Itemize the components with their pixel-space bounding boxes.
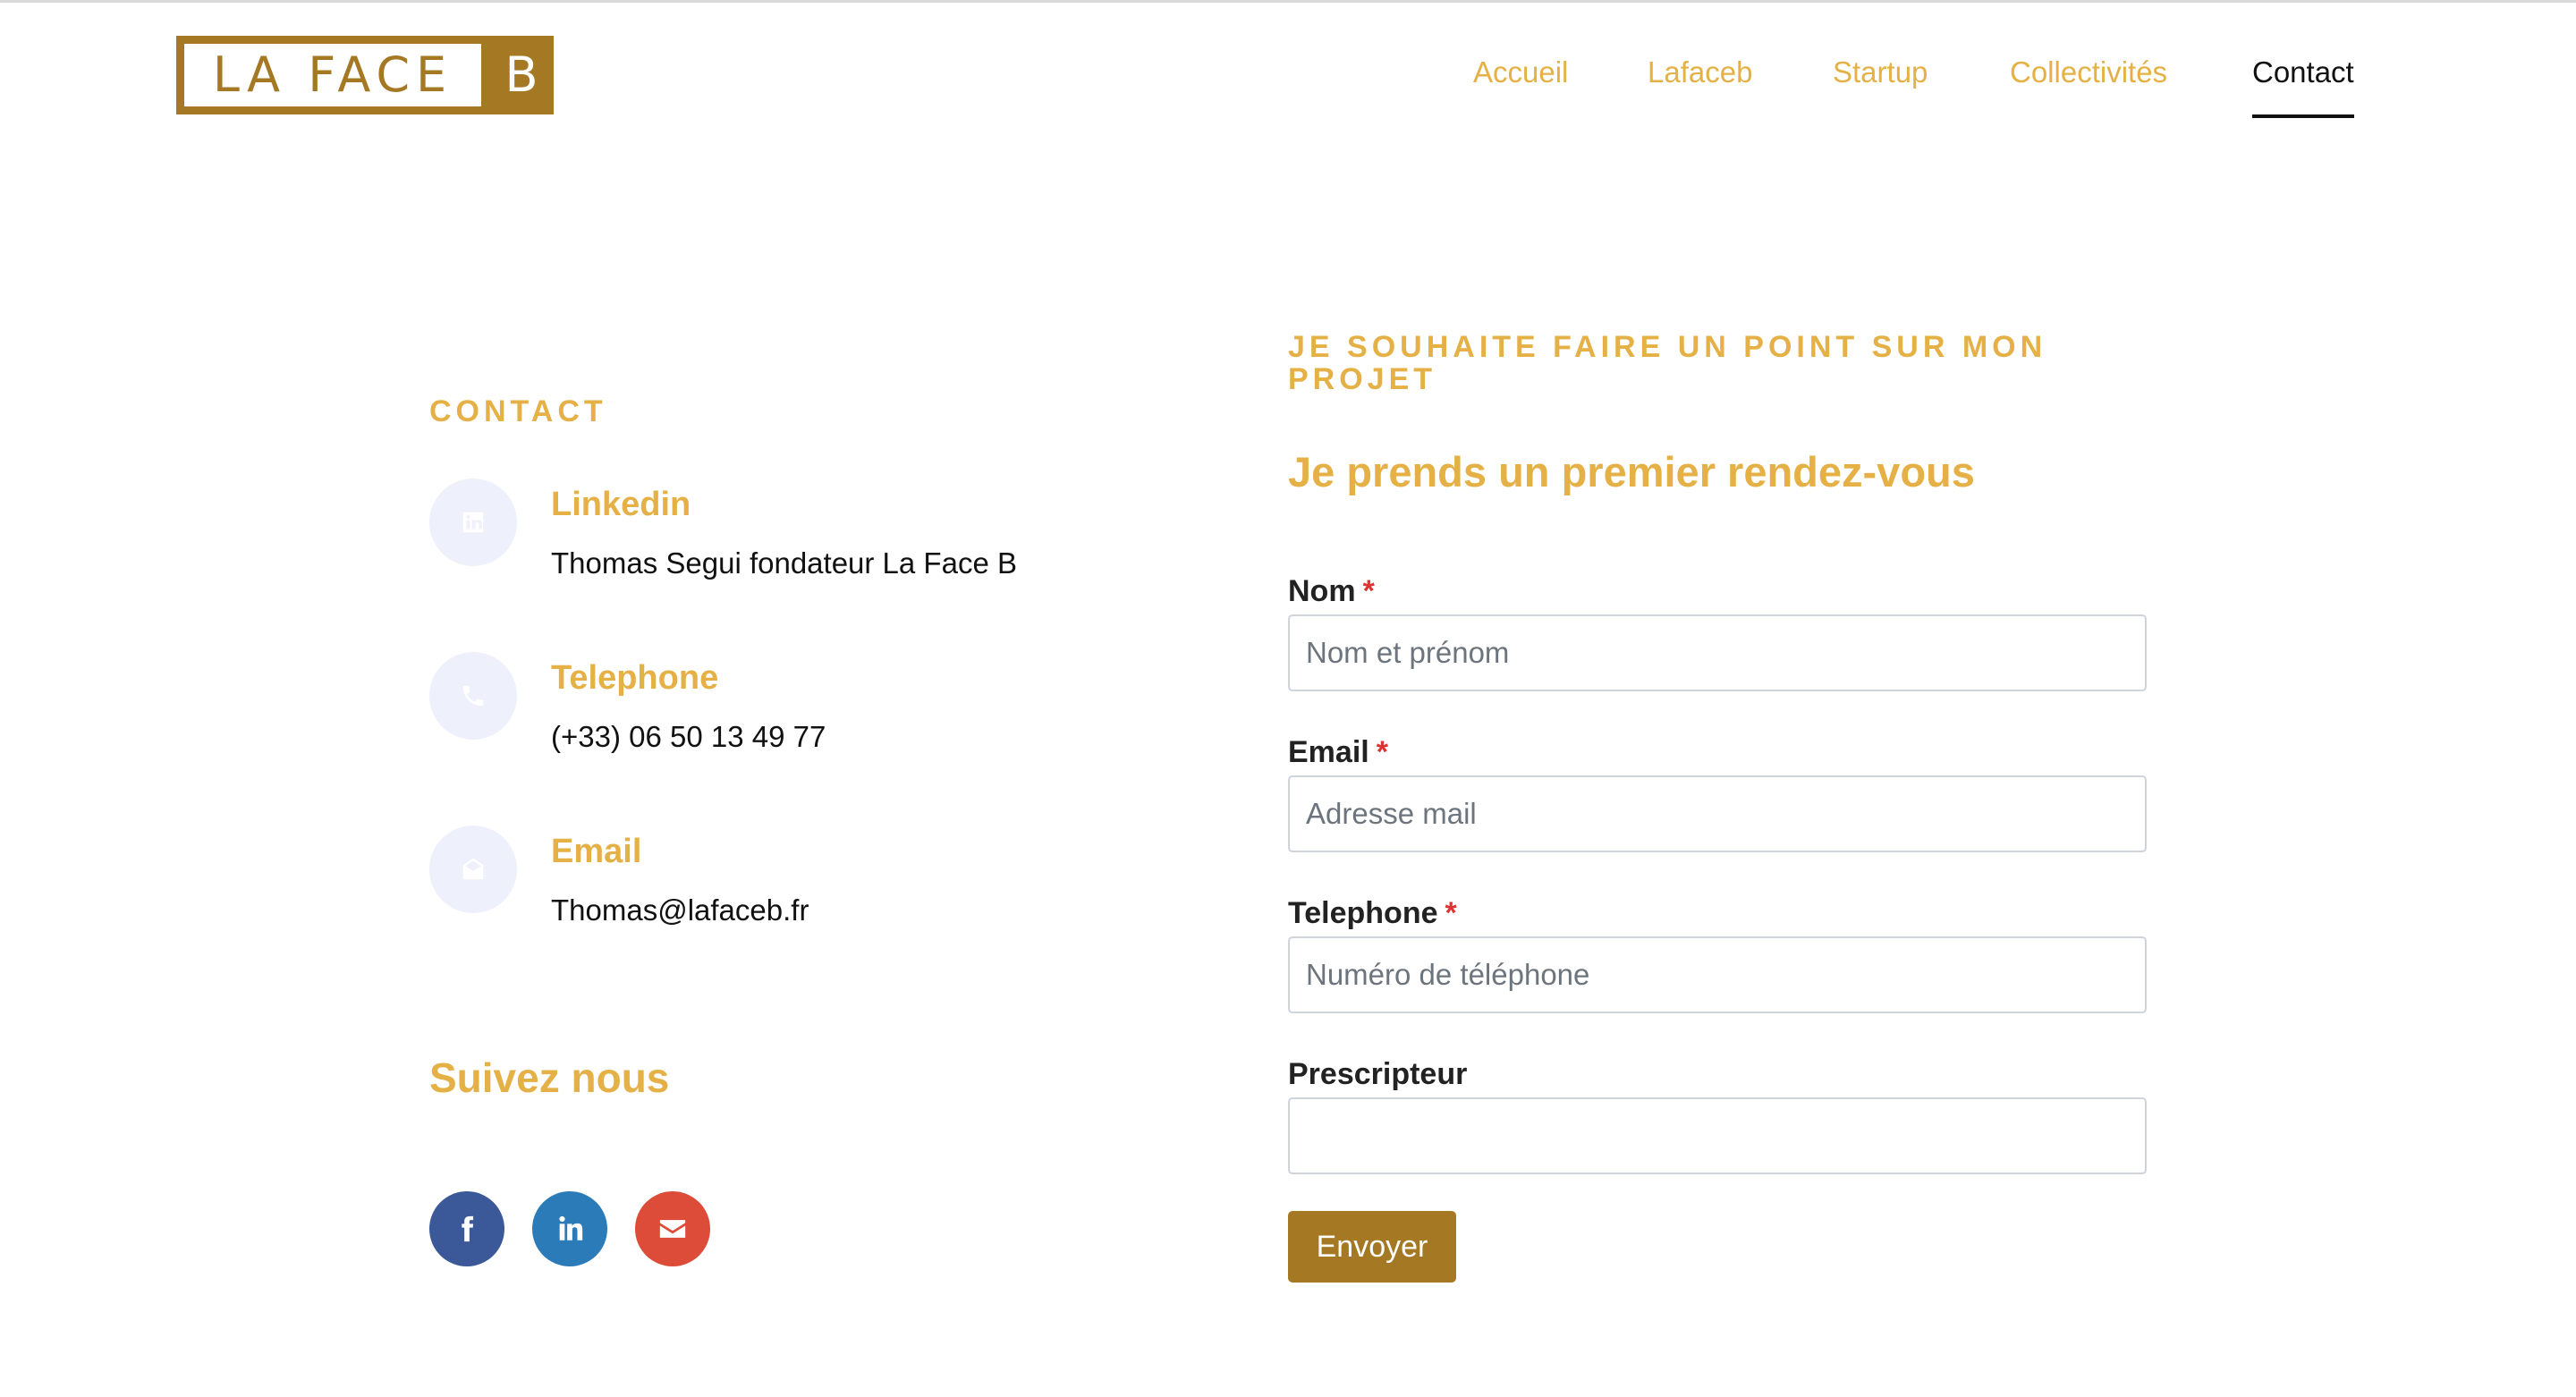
- required-mark: *: [1376, 735, 1388, 769]
- follow-us-heading: Suivez nous: [429, 1054, 670, 1101]
- nav-item-accueil[interactable]: Accueil: [1473, 55, 1568, 89]
- submit-button[interactable]: Envoyer: [1288, 1211, 1456, 1283]
- facebook-button[interactable]: [429, 1191, 504, 1266]
- telephone-label: Telephone *: [1288, 896, 1457, 931]
- nav-active-underline: [2252, 114, 2354, 118]
- nav-item-lafaceb[interactable]: Lafaceb: [1648, 55, 1752, 89]
- contact-item-value: (+33) 06 50 13 49 77: [551, 720, 826, 753]
- contact-item-email: Email Thomas@lafaceb.fr: [429, 826, 1145, 942]
- contact-item-telephone: Telephone (+33) 06 50 13 49 77: [429, 652, 1145, 768]
- form-heading: Je prends un premier rendez-vous: [1288, 448, 1975, 495]
- email-input[interactable]: [1288, 775, 2147, 852]
- nav-item-collectivites[interactable]: Collectivités: [2010, 55, 2167, 89]
- required-mark: *: [1362, 574, 1375, 608]
- required-mark: *: [1445, 896, 1457, 930]
- field-label-text: Nom: [1288, 574, 1356, 608]
- field-label-text: Telephone: [1288, 896, 1438, 930]
- nom-input[interactable]: [1288, 614, 2147, 691]
- email-button[interactable]: [635, 1191, 710, 1266]
- envelope-icon: [659, 1220, 686, 1238]
- telephone-input[interactable]: [1288, 936, 2147, 1013]
- contact-item-title: Email: [551, 833, 642, 870]
- facebook-icon: [462, 1215, 474, 1242]
- email-label: Email *: [1288, 735, 1388, 770]
- nav-item-contact-label: Contact: [2252, 55, 2354, 89]
- form-eyebrow-line2: PROJET: [1288, 362, 1437, 396]
- envelope-open-icon: [429, 826, 517, 913]
- field-label-text: Email: [1288, 735, 1369, 769]
- linkedin-icon: [429, 478, 517, 566]
- contact-item-title: Linkedin: [551, 486, 691, 523]
- phone-icon: [429, 652, 517, 740]
- contact-item-value: Thomas@lafaceb.fr: [551, 893, 809, 927]
- nav-item-startup[interactable]: Startup: [1833, 55, 1928, 89]
- linkedin-button[interactable]: [532, 1191, 607, 1266]
- contact-item-linkedin: Linkedin Thomas Segui fondateur La Face …: [429, 478, 1145, 595]
- contact-eyebrow: CONTACT: [429, 394, 607, 428]
- form-eyebrow-line1: JE SOUHAITE FAIRE UN POINT SUR MON: [1288, 330, 2047, 364]
- field-label-text: Prescripteur: [1288, 1057, 1468, 1091]
- top-border: [0, 0, 2576, 3]
- contact-item-title: Telephone: [551, 659, 719, 697]
- main-nav: Accueil Lafaceb Startup Collectivités Co…: [0, 55, 2576, 118]
- contact-item-value: Thomas Segui fondateur La Face B: [551, 546, 1017, 580]
- linkedin-icon: [559, 1215, 583, 1240]
- prescripteur-input[interactable]: [1288, 1097, 2147, 1174]
- prescripteur-label: Prescripteur: [1288, 1057, 1467, 1092]
- nav-item-contact[interactable]: Contact: [2252, 55, 2354, 118]
- nom-label: Nom *: [1288, 574, 1375, 609]
